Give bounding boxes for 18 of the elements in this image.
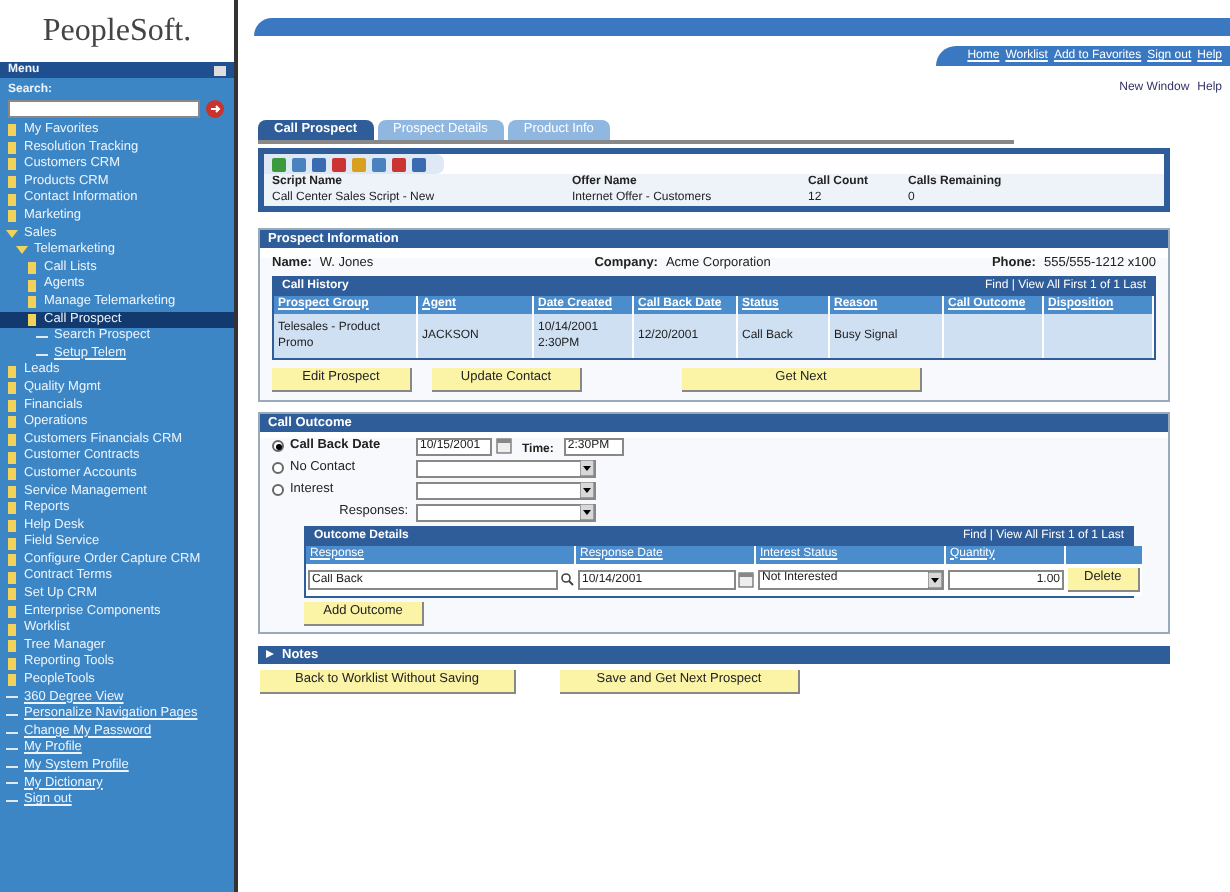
dropdown-arrow-icon[interactable] — [580, 482, 594, 498]
table-cell — [1044, 313, 1154, 357]
calendar-icon[interactable] — [496, 438, 512, 454]
logo: PeopleSoft. — [40, 11, 194, 51]
search-field[interactable] — [8, 100, 200, 118]
collapse-icon[interactable] — [214, 65, 226, 75]
radio-button[interactable] — [272, 462, 284, 474]
triangle-right-icon[interactable] — [266, 650, 274, 658]
radio-button[interactable] — [272, 484, 284, 496]
dropdown-arrow-icon[interactable] — [580, 504, 594, 520]
table-cell — [944, 313, 1044, 357]
lookup-icon[interactable] — [560, 572, 574, 586]
dropdown-arrow-icon[interactable] — [580, 460, 594, 476]
dropdown-arrow-icon[interactable] — [928, 571, 942, 587]
radio-button[interactable] — [272, 440, 284, 452]
calendar-icon[interactable] — [738, 571, 754, 587]
column-header — [1066, 545, 1142, 563]
go-icon[interactable] — [206, 100, 224, 118]
